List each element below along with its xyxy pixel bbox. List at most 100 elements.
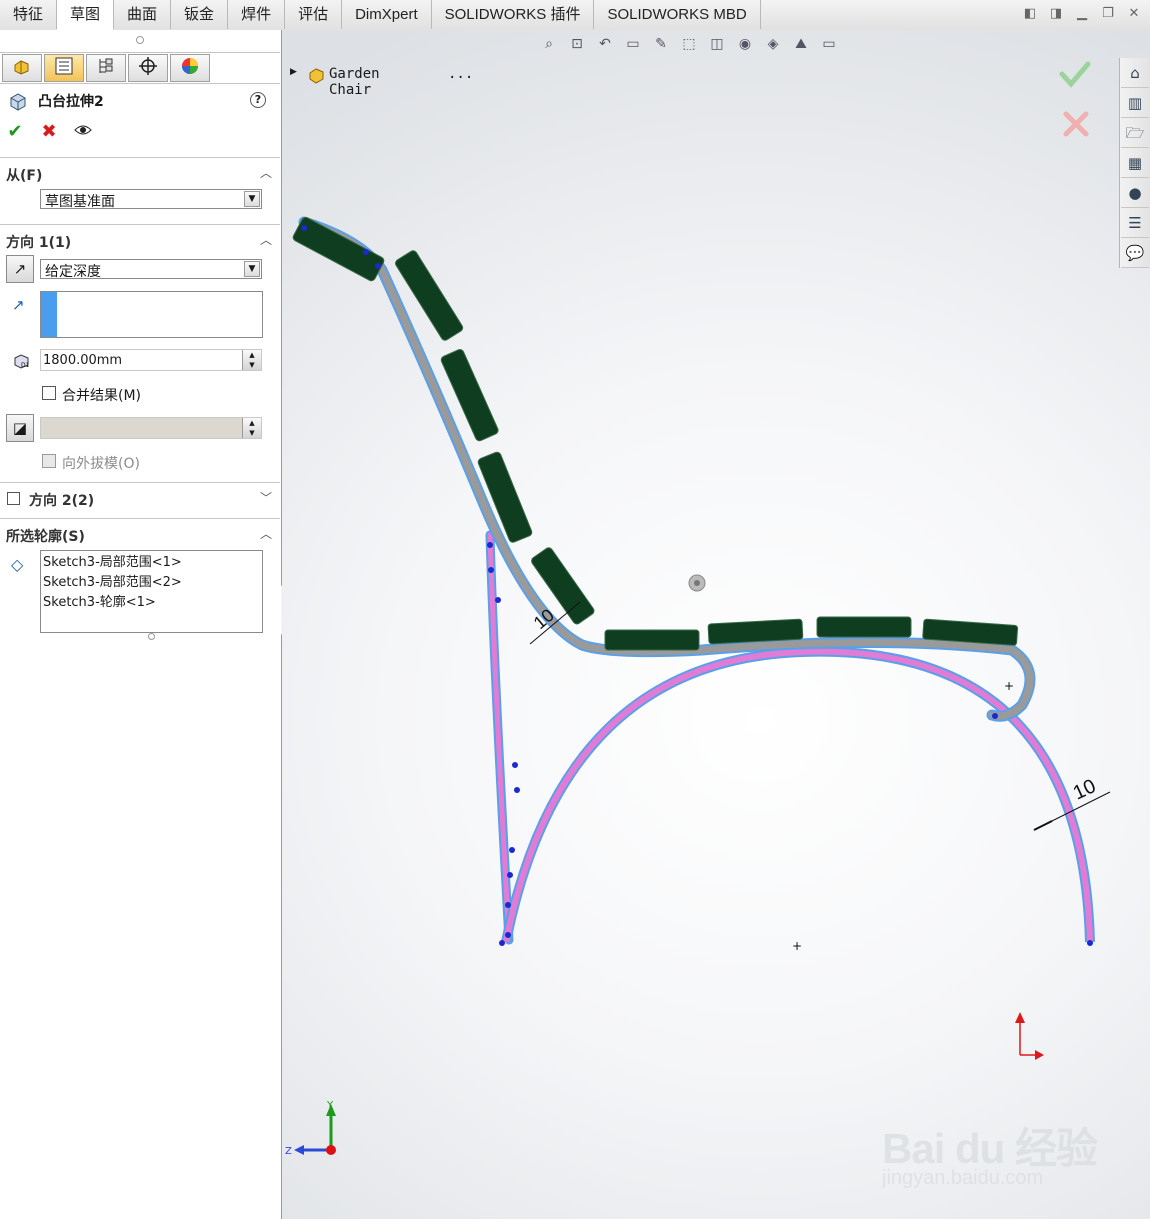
heads-up-view-toolbar: ⌕ ⊡ ↶ ▭ ✎ ⬚ ◫ ◉ ◈ ⛰ ▭	[538, 34, 840, 56]
section-direction1[interactable]: 方向 1(1) ︿	[0, 224, 280, 255]
dimxpert-manager-tab[interactable]	[128, 54, 168, 82]
seat-slat	[816, 616, 912, 638]
cancel-x-icon[interactable]: ✖	[40, 122, 58, 142]
chevron-up-icon[interactable]: ︿	[260, 164, 272, 181]
panel-splitter-handle[interactable]	[136, 36, 144, 44]
tab-surfaces[interactable]: 曲面	[114, 0, 172, 29]
section-direction1-title: 方向 1(1)	[6, 235, 72, 251]
configuration-manager-icon	[97, 57, 115, 79]
merge-result-box[interactable]	[42, 386, 56, 400]
seat-slat	[707, 618, 804, 645]
front-arc-pink	[501, 646, 1095, 943]
design-library-icon[interactable]: ▥	[1121, 89, 1149, 118]
zoom-to-area-icon[interactable]: ⊡	[566, 34, 588, 54]
feature-title-row: 凸台拉伸2 ?	[8, 90, 272, 112]
ok-check-icon[interactable]: ✔	[6, 122, 24, 142]
boss-extrude-icon	[8, 91, 28, 111]
tab-sketch[interactable]: 草图	[57, 0, 115, 30]
feature-manager-icon	[12, 57, 32, 79]
display-style-icon[interactable]: ◫	[706, 34, 728, 54]
collapse-left-icon[interactable]: ◧	[1022, 6, 1038, 22]
dropdown-arrow-icon[interactable]: ▼	[244, 191, 260, 207]
list-item[interactable]: Sketch3-局部范围<1>	[41, 553, 262, 573]
list-resize-handle[interactable]	[148, 633, 155, 640]
configuration-manager-tab[interactable]	[86, 54, 126, 82]
depth-input[interactable]: 1800.00mm ▲ ▼	[40, 349, 262, 371]
tab-sheet-metal[interactable]: 钣金	[171, 0, 229, 29]
confirmation-corner	[1058, 60, 1098, 150]
selection-focus-indicator	[41, 292, 57, 337]
custom-properties-icon[interactable]: ☰	[1121, 209, 1149, 238]
draft-outward-checkbox: 向外拔模(O)	[42, 453, 242, 472]
tab-mbd[interactable]: SOLIDWORKS MBD	[594, 0, 761, 29]
hide-show-items-icon[interactable]: ◉	[734, 34, 756, 54]
previous-view-icon[interactable]: ↶	[594, 34, 616, 54]
view-palette-icon[interactable]: ▦	[1121, 149, 1149, 178]
start-condition-select[interactable]: 草图基准面 ▼	[40, 189, 262, 210]
chevron-up-icon[interactable]: ︿	[260, 231, 272, 248]
baidu-watermark: Bai du 经验 jingyan.baidu.com	[882, 1115, 1102, 1195]
tab-addins[interactable]: SOLIDWORKS 插件	[432, 0, 595, 29]
chevron-down-icon[interactable]: ﹀	[260, 489, 272, 506]
draft-angle-spinner: ▲ ▼	[242, 418, 261, 438]
tab-weldments[interactable]: 焊件	[228, 0, 286, 29]
graphics-viewport[interactable]: + + 10 10 Y Z ⌕ ⊡ ↶ ▭ ✎ ⬚ ◫ ◉ ◈ ⛰ ▭ ▶ Ga…	[282, 30, 1150, 1219]
property-manager-tab[interactable]	[44, 54, 84, 82]
file-explorer-icon[interactable]: 🗁	[1121, 119, 1149, 148]
list-item[interactable]: Sketch3-局部范围<2>	[41, 573, 262, 593]
draft-toggle-button[interactable]: ◪	[6, 414, 34, 442]
collapse-right-icon[interactable]: ◨	[1048, 6, 1064, 22]
draft-outward-box	[42, 454, 56, 468]
zoom-to-fit-icon[interactable]: ⌕	[538, 34, 560, 54]
display-manager-tab[interactable]	[170, 54, 210, 82]
view-orientation-icon[interactable]: ⬚	[678, 34, 700, 54]
preview-eye-icon[interactable]	[74, 122, 92, 142]
appearances-icon[interactable]: ●	[1121, 179, 1149, 208]
axis-y-label: Y	[326, 1100, 334, 1111]
section-direction2[interactable]: 方向 2(2) ﹀	[0, 482, 280, 513]
start-condition-value: 草图基准面	[45, 194, 115, 210]
feature-manager-tab[interactable]	[2, 54, 42, 82]
end-condition-select[interactable]: 给定深度 ▼	[40, 259, 262, 280]
ok-cancel-preview-row: ✔ ✖	[6, 122, 92, 142]
axis-z-label: Z	[285, 1146, 292, 1157]
section-direction2-title: 方向 2(2)	[29, 493, 95, 509]
end-condition-value: 给定深度	[45, 264, 101, 280]
dimension-right[interactable]: 10	[1070, 775, 1099, 804]
svg-text:+: +	[792, 939, 802, 953]
tab-features[interactable]: 特征	[0, 0, 58, 29]
merge-result-checkbox[interactable]: 合并结果(M)	[42, 385, 242, 404]
section-selected-contours[interactable]: 所选轮廓(S) ︿	[0, 518, 280, 549]
section-from[interactable]: 从(F) ︿	[0, 157, 280, 188]
dynamic-annotation-icon[interactable]: ✎	[650, 34, 672, 54]
window-controls: ◧ ◨ ▁ ❐ ✕	[1022, 6, 1142, 22]
view-settings-icon[interactable]: ▭	[818, 34, 840, 54]
expand-caret-icon[interactable]: ▶	[290, 67, 297, 77]
depth-value: 1800.00mm	[43, 353, 123, 368]
reverse-direction-button[interactable]: ↗	[6, 255, 34, 283]
tree-part-name[interactable]: Garden Chair	[329, 66, 380, 98]
close-icon[interactable]: ✕	[1126, 6, 1142, 22]
section-view-icon[interactable]: ▭	[622, 34, 644, 54]
minimize-icon[interactable]: ▁	[1074, 6, 1090, 22]
depth-icon: D1	[12, 352, 32, 374]
property-manager-icon	[55, 57, 73, 79]
dropdown-arrow-icon[interactable]: ▼	[244, 261, 260, 277]
tab-evaluate[interactable]: 评估	[285, 0, 343, 29]
direction-vector-selectbox[interactable]	[40, 291, 263, 338]
home-icon[interactable]: ⌂	[1121, 59, 1149, 88]
direction2-checkbox[interactable]	[7, 492, 20, 505]
help-icon[interactable]: ?	[250, 92, 266, 108]
seat-slat	[604, 629, 700, 651]
part-icon	[308, 66, 326, 84]
selected-contours-list[interactable]: Sketch3-局部范围<1> Sketch3-局部范围<2> Sketch3-…	[40, 550, 263, 633]
list-item[interactable]: Sketch3-轮廓<1>	[41, 593, 262, 613]
merge-result-label: 合并结果(M)	[62, 388, 142, 404]
forum-icon[interactable]: 💬	[1121, 239, 1149, 268]
chevron-up-icon[interactable]: ︿	[260, 525, 272, 542]
apply-scene-icon[interactable]: ⛰	[790, 34, 812, 54]
edit-appearance-icon[interactable]: ◈	[762, 34, 784, 54]
depth-spinner[interactable]: ▲ ▼	[242, 350, 261, 370]
restore-icon[interactable]: ❐	[1100, 6, 1116, 22]
tab-dimxpert[interactable]: DimXpert	[342, 0, 432, 29]
